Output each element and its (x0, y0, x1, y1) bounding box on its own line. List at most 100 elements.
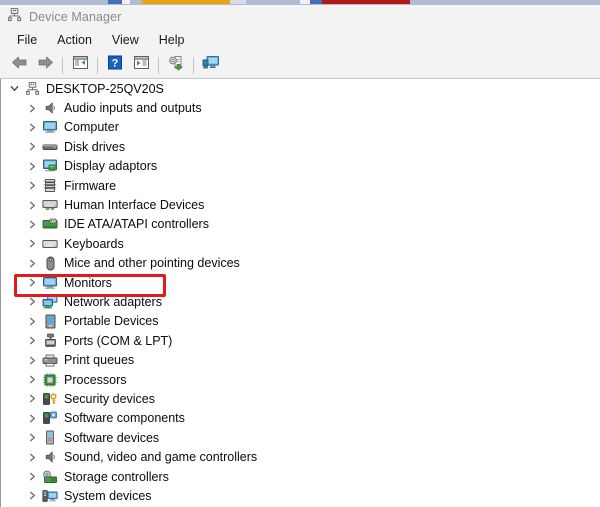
device-manager-window: Device Manager File Action View Help ? D… (0, 5, 600, 507)
printer-icon (41, 352, 59, 368)
chip-blue-right (310, 0, 322, 4)
tree-row-human-interface-devices[interactable]: Human Interface Devices (1, 195, 600, 214)
tree-row-storage-controllers[interactable]: Storage controllers (1, 467, 600, 486)
tree-row-audio-inputs-and-outputs[interactable]: Audio inputs and outputs (1, 98, 600, 117)
forward-button[interactable] (32, 54, 58, 76)
separator-3 (158, 56, 159, 74)
tree-row-processors[interactable]: Processors (1, 370, 600, 389)
tree-row-firmware[interactable]: Firmware (1, 176, 600, 195)
help-button[interactable]: ? (102, 54, 128, 76)
tree-item-label: Storage controllers (64, 469, 169, 484)
menu-view[interactable]: View (103, 31, 148, 49)
tree-item-label: Audio inputs and outputs (64, 101, 202, 116)
chevron-right-icon[interactable] (25, 217, 39, 231)
keyboard-icon (41, 236, 59, 252)
tree-item-label: Mice and other pointing devices (64, 256, 240, 271)
tree-item-label: Computer (64, 120, 119, 135)
chevron-right-icon[interactable] (25, 159, 39, 173)
chip-yellow (142, 0, 230, 4)
chevron-right-icon[interactable] (25, 237, 39, 251)
properties-button[interactable] (128, 54, 154, 76)
tree-row-disk-drives[interactable]: Disk drives (1, 137, 600, 156)
tree-item-label: IDE ATA/ATAPI controllers (64, 217, 209, 232)
sound-controller-icon (41, 449, 59, 465)
back-button[interactable] (6, 54, 32, 76)
menu-action[interactable]: Action (48, 31, 101, 49)
chevron-right-icon[interactable] (25, 314, 39, 328)
chevron-right-icon[interactable] (25, 411, 39, 425)
chevron-right-icon[interactable] (25, 489, 39, 503)
separator-4 (193, 56, 194, 74)
monitor-icon (41, 275, 59, 291)
tree-item-label: Software devices (64, 430, 160, 445)
chevron-right-icon[interactable] (25, 373, 39, 387)
chip-grey (230, 0, 246, 4)
device-tree-pane[interactable]: DESKTOP-25QV20S Audio inputs and outputs (0, 79, 600, 507)
update-driver-button[interactable] (163, 54, 189, 76)
show-hide-console-tree-icon (72, 55, 89, 75)
tree-row-software-components[interactable]: Software components (1, 409, 600, 428)
chevron-right-icon[interactable] (25, 256, 39, 270)
chevron-right-icon[interactable] (25, 198, 39, 212)
chevron-right-icon[interactable] (25, 120, 39, 134)
computer-icon (41, 119, 59, 135)
chip-white-right (300, 0, 310, 4)
processor-icon (41, 372, 59, 388)
window-title: Device Manager (29, 9, 122, 24)
tree-row-software-devices[interactable]: Software devices (1, 428, 600, 447)
tree-root-label: DESKTOP-25QV20S (46, 81, 164, 96)
menu-file[interactable]: File (8, 31, 46, 49)
chevron-right-icon[interactable] (25, 450, 39, 464)
human-interface-device-icon (41, 197, 59, 213)
chevron-right-icon[interactable] (25, 140, 39, 154)
tree-row-ide-ata-atapi-controllers[interactable]: IDE ATA/ATAPI controllers (1, 215, 600, 234)
menu-help[interactable]: Help (150, 31, 194, 49)
mouse-icon (41, 255, 59, 271)
help-icon: ? (107, 55, 123, 75)
tree-item-label: Disk drives (64, 139, 126, 154)
back-icon (11, 55, 28, 75)
network-adapter-icon (41, 294, 59, 310)
chevron-right-icon[interactable] (25, 431, 39, 445)
tree-row-root[interactable]: DESKTOP-25QV20S (1, 79, 600, 98)
tree-item-label: Software components (64, 411, 185, 426)
tree-row-computer[interactable]: Computer (1, 118, 600, 137)
tree-row-keyboards[interactable]: Keyboards (1, 234, 600, 253)
chevron-right-icon[interactable] (25, 295, 39, 309)
tree-item-label: Processors (64, 372, 127, 387)
show-hide-console-tree-button[interactable] (67, 54, 93, 76)
port-icon (41, 333, 59, 349)
toolbar: ? (0, 52, 600, 79)
tree-row-monitors[interactable]: Monitors (1, 273, 600, 292)
chevron-right-icon[interactable] (25, 392, 39, 406)
tree-row-portable-devices[interactable]: Portable Devices (1, 312, 600, 331)
tree-item-label: Ports (COM & LPT) (64, 333, 173, 348)
tree-row-display-adaptors[interactable]: Display adaptors (1, 157, 600, 176)
separator-2 (97, 56, 98, 74)
menu-bar: File Action View Help (0, 28, 600, 52)
chevron-right-icon[interactable] (25, 353, 39, 367)
chevron-right-icon[interactable] (25, 334, 39, 348)
tree-row-sound-video-and-game-controllers[interactable]: Sound, video and game controllers (1, 447, 600, 466)
chevron-down-icon[interactable] (7, 82, 21, 96)
system-device-icon (41, 488, 59, 504)
tree-item-label: Security devices (64, 391, 156, 406)
storage-controller-icon (41, 469, 59, 485)
tree-row-system-devices[interactable]: System devices (1, 486, 600, 505)
scan-for-hardware-changes-button[interactable] (198, 54, 224, 76)
chevron-right-icon[interactable] (25, 276, 39, 290)
disk-drive-icon (41, 139, 59, 155)
tree-item-label: Sound, video and game controllers (64, 450, 258, 465)
tree-item-label: System devices (64, 488, 152, 503)
chevron-right-icon[interactable] (25, 101, 39, 115)
software-component-icon (41, 410, 59, 426)
tree-row-network-adapters[interactable]: Network adapters (1, 292, 600, 311)
tree-row-security-devices[interactable]: Security devices (1, 389, 600, 408)
tree-item-label: Portable Devices (64, 314, 159, 329)
tree-row-mice-and-other-pointing-devices[interactable]: Mice and other pointing devices (1, 254, 600, 273)
chevron-right-icon[interactable] (25, 179, 39, 193)
tree-row-print-queues[interactable]: Print queues (1, 350, 600, 369)
chevron-right-icon[interactable] (25, 470, 39, 484)
ide-controller-icon (41, 216, 59, 232)
tree-row-ports-com-and-lpt[interactable]: Ports (COM & LPT) (1, 331, 600, 350)
